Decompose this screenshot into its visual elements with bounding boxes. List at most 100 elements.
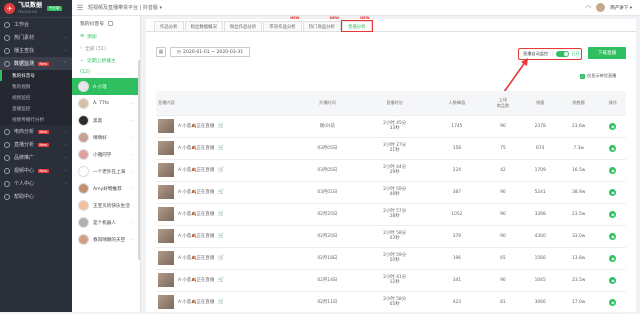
sidebar-subitem-1[interactable]: 我的视频 <box>0 81 72 92</box>
more-icon[interactable]: ⋯ <box>130 84 134 89</box>
user-avatar[interactable] <box>596 3 606 12</box>
live-content-cell[interactable]: A·小莲🍂正在直播 🛒 <box>156 181 296 204</box>
table-row[interactable]: A·小莲🍂正在直播 🛒 03月05日 2小时 44分 29秒 224 42 170… <box>156 159 626 182</box>
sidebar-item-9[interactable]: 帮助中心 <box>0 190 72 203</box>
platform-selector[interactable]: 短视频及直播带货平台 | 抖音版 ▾ <box>88 4 162 11</box>
column-header[interactable]: 销量 <box>522 91 558 116</box>
live-thumbnail[interactable] <box>158 119 174 133</box>
live-title[interactable]: A·小莲🍂正在直播 <box>178 167 214 173</box>
select-all-checkbox[interactable] <box>108 20 113 26</box>
tab-0[interactable]: 作品分析 <box>154 21 184 31</box>
more-icon[interactable]: ⋯ <box>130 237 134 242</box>
tab-4[interactable]: 热门商品分析 NEW <box>302 16 342 31</box>
add-account-button[interactable]: ⊕ 添加 <box>72 30 140 42</box>
checkbox-checked-icon[interactable]: ✓ <box>580 73 585 79</box>
menu-collapse-icon[interactable]: ☰ <box>72 4 88 12</box>
live-content-cell[interactable]: A·小莲🍂正在直播 🛒 <box>156 137 296 160</box>
sidebar-subitem-3[interactable]: 直播监控 <box>0 103 72 114</box>
sidebar-item-7[interactable]: 视频中心 New › <box>0 164 72 177</box>
live-thumbnail[interactable] <box>158 273 174 287</box>
analyze-icon[interactable]: ◉ <box>609 298 617 306</box>
sidebar-item-1[interactable]: 热门素材 › <box>0 31 72 44</box>
column-header[interactable]: 直播内容 <box>156 91 296 116</box>
user-name[interactable]: 两产讲下 ▾ <box>610 5 632 11</box>
sidebar-item-4[interactable]: 电商分析 New › <box>0 125 72 138</box>
analyze-icon[interactable]: ◉ <box>609 276 617 284</box>
calendar-icon[interactable]: ▦ <box>156 47 166 57</box>
analyze-icon[interactable]: ◉ <box>609 254 617 262</box>
column-header[interactable]: 人数峰值 <box>430 91 484 116</box>
tab-1[interactable]: 粉丝数据概况 <box>184 21 223 31</box>
column-header[interactable]: 直播时长 <box>358 91 431 116</box>
live-thumbnail[interactable] <box>158 163 174 177</box>
account-item[interactable]: Amy好物推荐 ⋯ <box>72 180 140 197</box>
live-thumbnail[interactable] <box>158 251 174 265</box>
account-item[interactable]: 一个老外在上海 ⋯ <box>72 163 140 180</box>
analyze-icon[interactable]: ◉ <box>609 210 617 218</box>
sidebar-item-2[interactable]: 播主查找 › <box>0 44 72 57</box>
more-icon[interactable]: ⋯ <box>130 169 134 174</box>
table-row[interactable]: A·小莲🍂正在直播 🛒 03月01日 2小时 59分 48秒 387 90 524… <box>156 181 626 204</box>
sidebar-subitem-2[interactable]: 视频监控 <box>0 92 72 103</box>
download-live-button[interactable]: 下载直播 <box>588 47 626 59</box>
analyze-icon[interactable]: ◉ <box>609 144 617 152</box>
analyze-icon[interactable]: ◉ <box>609 232 617 240</box>
sidebar-item-5[interactable]: 直播分析 New › <box>0 138 72 151</box>
table-row[interactable]: A·小莲🍂正在直播 🛒 刚(0)前 2小时 45分 33秒 1745 90 237… <box>156 115 626 138</box>
account-item[interactable]: 春风晴朗的天空 ⋯ <box>72 231 140 248</box>
live-title[interactable]: A·小莲🍂正在直播 <box>178 189 214 195</box>
live-content-cell[interactable]: A·小莲🍂正在直播 🛒 <box>156 269 296 292</box>
table-row[interactable]: A·小莲🍂正在直播 🛒 02月20日 2小时 58分 03秒 379 90 430… <box>156 225 626 248</box>
date-range-input[interactable]: ◷ 2020-01-01 ~ 2020-03-31 <box>170 47 251 57</box>
analyze-icon[interactable]: ◉ <box>609 188 617 196</box>
live-content-cell[interactable]: A·小莲🍂正在直播 🛒 <box>156 225 296 248</box>
more-icon[interactable]: ⋯ <box>130 152 134 157</box>
live-thumbnail[interactable] <box>158 207 174 221</box>
sidebar-item-8[interactable]: 个人中心 › <box>0 177 72 190</box>
account-item[interactable]: 小雅同学 ⋯ <box>72 146 140 163</box>
more-icon[interactable]: ⋯ <box>130 101 134 106</box>
account-item[interactable]: 王宝贝的快乐生活 ⋯ <box>72 197 140 214</box>
more-icon[interactable]: ⋯ <box>130 118 134 123</box>
sidebar-item-3[interactable]: 数据监测 New ⌃ <box>0 57 72 70</box>
column-header[interactable]: 开播时间 <box>296 91 359 116</box>
account-item[interactable]: 黑黑 ⋯ <box>72 112 140 129</box>
live-content-cell[interactable]: A·小莲🍂正在直播 🛒 <box>156 115 296 138</box>
table-row[interactable]: A·小莲🍂正在直播 🛒 03月05日 2小时 27分 21秒 158 75 674… <box>156 137 626 160</box>
live-title[interactable]: A·小莲🍂正在直播 <box>178 123 214 129</box>
live-thumbnail[interactable] <box>158 185 174 199</box>
live-title[interactable]: A·小莲🍂正在直播 <box>178 299 214 305</box>
live-title[interactable]: A·小莲🍂正在直播 <box>178 233 214 239</box>
app-logo[interactable]: ✈ 飞瓜数据 FEIGUA.CN 专业版 <box>0 0 72 18</box>
more-icon[interactable]: ⋯ <box>130 220 134 225</box>
live-title[interactable]: A·小莲🍂正在直播 <box>178 211 214 217</box>
table-row[interactable]: A·小莲🍂正在直播 🛒 02月14日 2小时 41分 12秒 341 90 104… <box>156 269 626 292</box>
account-item[interactable]: 是个机器人 ⋯ <box>72 214 140 231</box>
column-header[interactable]: 上场 商品数 <box>483 91 523 116</box>
account-item[interactable]: A·小莲 ⋯ <box>72 78 140 95</box>
tab-5[interactable]: 直播分析 NEW <box>341 16 373 32</box>
sidebar-item-6[interactable]: 品牌推广 › <box>0 151 72 164</box>
analyze-icon[interactable]: ◉ <box>609 166 617 174</box>
sidebar-subitem-0[interactable]: 我的抖音号 <box>0 70 72 81</box>
live-title[interactable]: A·小莲🍂正在直播 <box>178 255 214 261</box>
live-content-cell[interactable]: A·小莲🍂正在直播 🛒 <box>156 247 296 270</box>
more-icon[interactable]: ⋯ <box>130 135 134 140</box>
only-show-sales-live[interactable]: ✓ 仅显示带货直播 <box>580 73 616 79</box>
table-row[interactable]: A·小莲🍂正在直播 🛒 02月18日 2小时 59分 50秒 196 65 156… <box>156 247 626 270</box>
headset-icon[interactable]: ◠ <box>585 4 591 12</box>
live-thumbnail[interactable] <box>158 141 174 155</box>
toggle-switch[interactable] <box>556 51 570 57</box>
live-content-cell[interactable]: A·小莲🍂正在直播 🛒 <box>156 203 296 226</box>
analyze-icon[interactable]: ◉ <box>609 122 617 130</box>
live-thumbnail[interactable] <box>158 295 174 309</box>
column-header[interactable]: 销售额 <box>557 91 600 116</box>
live-thumbnail[interactable] <box>158 229 174 243</box>
more-icon[interactable]: ⋯ <box>130 186 134 191</box>
live-content-cell[interactable]: A·小莲🍂正在直播 🛒 <box>156 159 296 182</box>
table-row[interactable]: A·小莲🍂正在直播 🛒 02月25日 2小时 57分 28秒 1052 90 33… <box>156 203 626 226</box>
tab-2[interactable]: 粉丝作品分析 <box>223 21 263 31</box>
account-item[interactable]: A. 77ts ⋯ <box>72 95 140 112</box>
account-item[interactable]: 晴晴好 ⋯ <box>72 129 140 146</box>
live-title[interactable]: A·小莲🍂正在直播 <box>178 145 214 151</box>
